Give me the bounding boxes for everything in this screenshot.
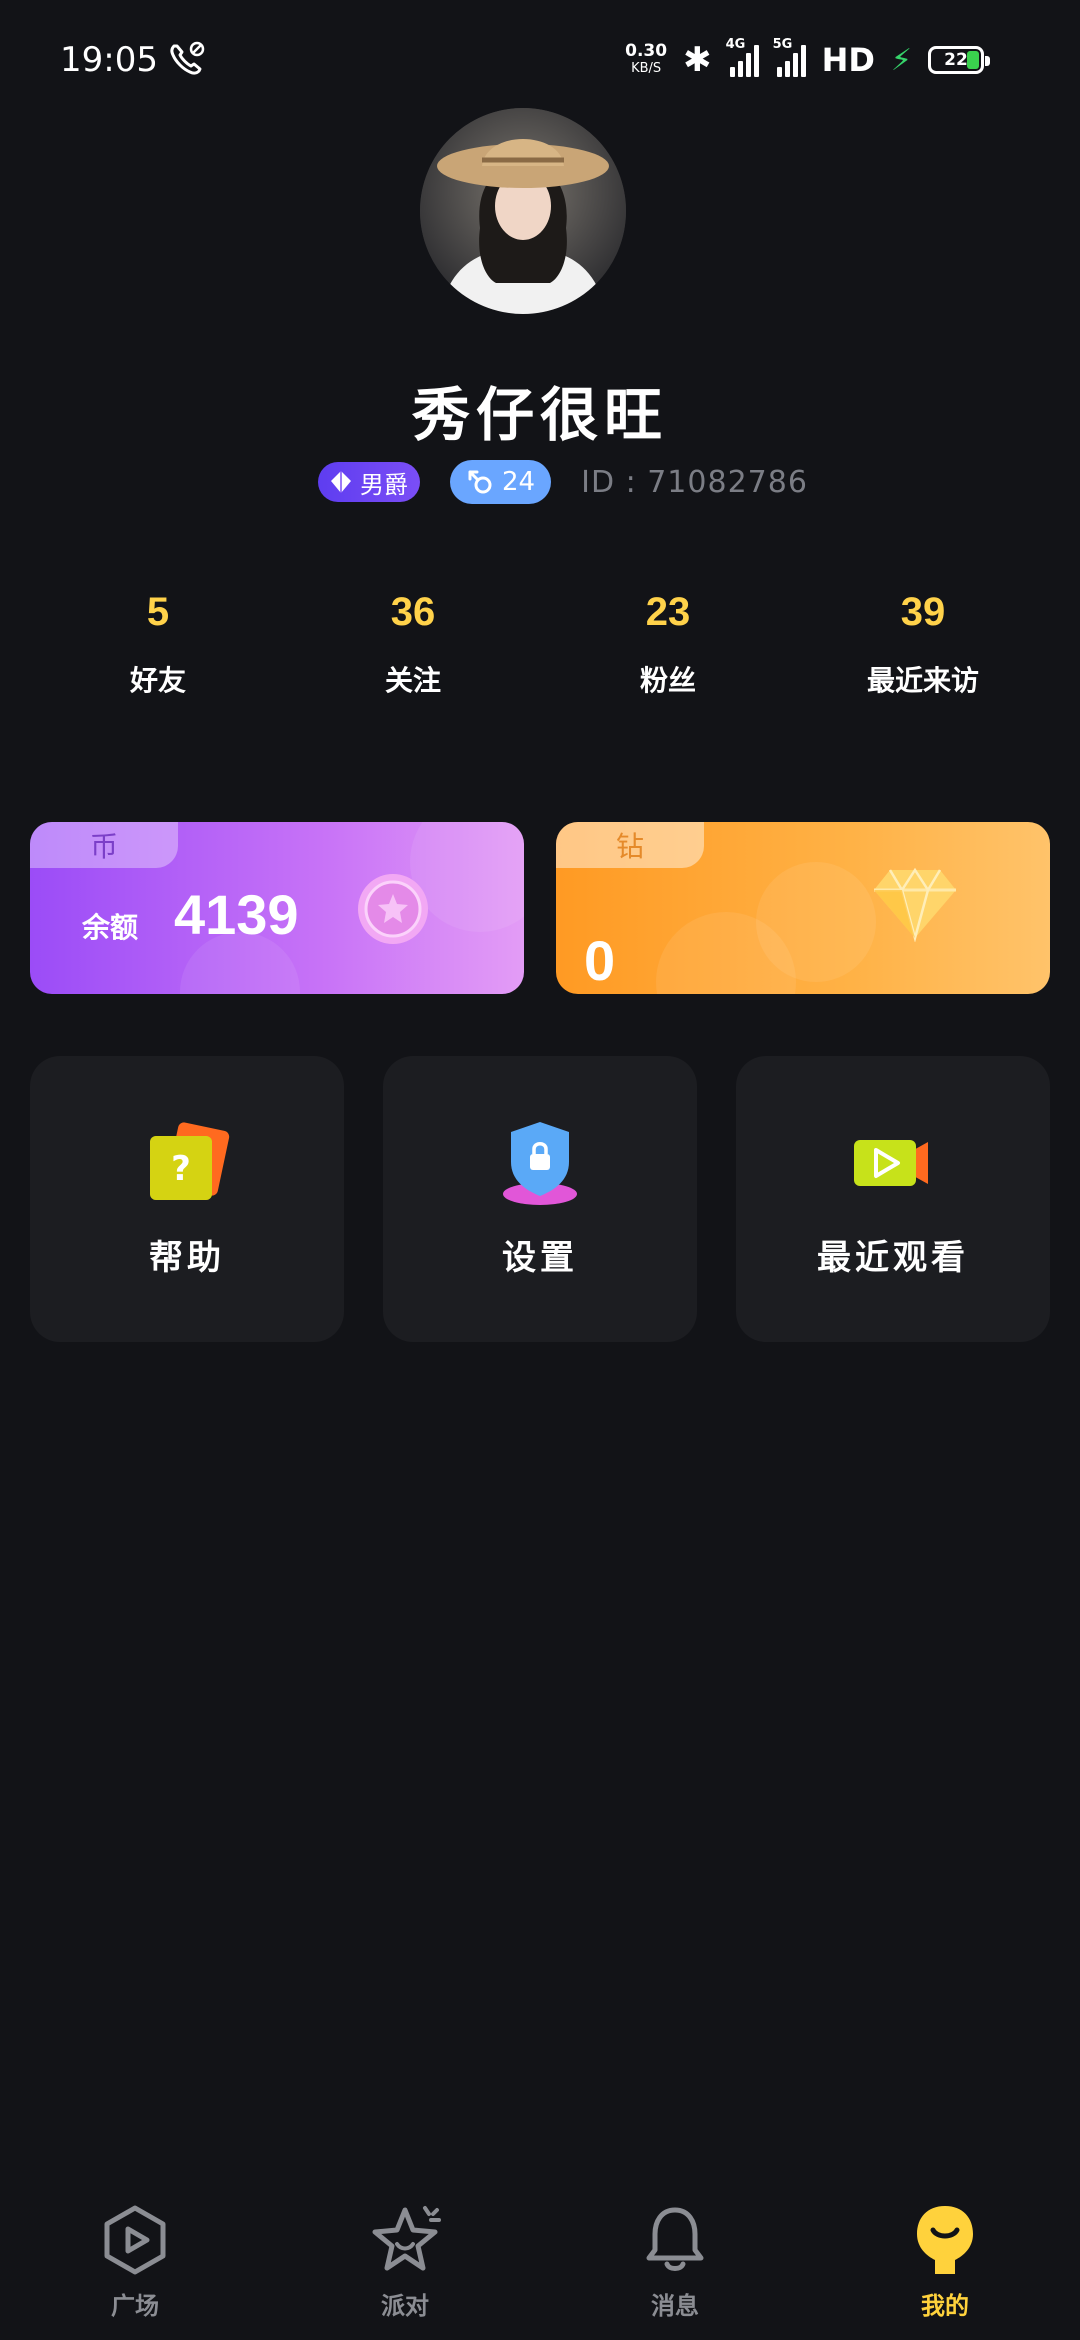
tile-label: 设置 <box>502 1238 578 1278</box>
tab-label: 消息 <box>651 2291 699 2320</box>
svg-text:?: ? <box>171 1149 191 1189</box>
user-id[interactable]: ID : 71082786 <box>581 465 808 500</box>
status-icons: 0.30 KB/S ✱ 4G 5G HD ⚡ 22 <box>625 36 990 84</box>
avatar-photo <box>420 108 626 314</box>
stat-label: 最近来访 <box>866 664 979 697</box>
net-speed: 0.30 KB/S <box>625 43 667 77</box>
diamond-icon <box>874 867 956 942</box>
diamond-balance-card[interactable]: 钻 0 <box>556 822 1050 994</box>
male-icon <box>468 470 492 494</box>
stat-label: 关注 <box>384 664 441 697</box>
recently-watched-tile[interactable]: 最近观看 <box>736 1056 1050 1342</box>
settings-tile[interactable]: 设置 <box>383 1056 697 1342</box>
battery-icon: 22 <box>928 46 990 74</box>
age-label: 24 <box>502 467 536 497</box>
help-tile[interactable]: ? 帮助 <box>30 1056 344 1342</box>
tab-label: 广场 <box>111 2291 159 2320</box>
feature-tiles: ? 帮助 设置 最近观看 <box>30 1056 1050 1342</box>
star-icon <box>372 2206 441 2271</box>
diamond-amount: 0 <box>584 929 616 992</box>
sim1-label: 4G <box>725 37 746 52</box>
help-icon: ? <box>150 1122 230 1200</box>
stat-label: 好友 <box>129 664 186 697</box>
tab-square[interactable]: 广场 <box>65 2202 205 2321</box>
rank-badge[interactable]: 男爵 <box>318 462 420 502</box>
stat-recent-visitors[interactable]: 39 最近来访 <box>823 590 1023 699</box>
signal-sim1-icon: 4G <box>726 37 759 77</box>
stat-value: 39 <box>900 590 946 634</box>
settings-shield-icon <box>503 1122 577 1205</box>
profile-stats: 5 好友 36 关注 23 粉丝 39 最近来访 <box>0 590 1080 720</box>
signal-sim2-icon: 5G <box>773 37 806 77</box>
hd-label: HD <box>821 41 875 79</box>
tab-me[interactable]: 我的 <box>875 2202 1015 2321</box>
tile-label: 最近观看 <box>817 1238 969 1278</box>
sim2-label: 5G <box>772 37 793 52</box>
status-time: 19:05 <box>60 40 158 80</box>
bottom-tab-bar: 广场 派对 消息 我的 <box>0 2180 1080 2340</box>
profile-badges: 男爵 24 ID : 71082786 <box>318 460 808 504</box>
play-hexagon-icon <box>104 2205 166 2275</box>
rank-label: 男爵 <box>360 470 408 499</box>
rank-diamond-icon <box>331 471 351 493</box>
tab-party[interactable]: 派对 <box>335 2202 475 2321</box>
tab-messages[interactable]: 消息 <box>605 2202 745 2321</box>
net-speed-value: 0.30 <box>625 41 668 61</box>
status-bar: 19:05 0.30 KB/S ✱ 4G 5G HD ⚡ 22 <box>0 0 1080 120</box>
stat-value: 23 <box>645 590 691 634</box>
coin-amount: 4139 <box>174 883 299 946</box>
stat-value: 5 <box>146 590 170 634</box>
stat-fans[interactable]: 23 粉丝 <box>568 590 768 699</box>
stat-label: 粉丝 <box>639 664 696 697</box>
call-muted-icon <box>170 41 205 75</box>
bluetooth-icon: ✱ <box>683 40 712 80</box>
gender-age-badge: 24 <box>450 460 552 504</box>
tab-label: 派对 <box>381 2291 429 2320</box>
balance-label: 余额 <box>82 911 139 944</box>
avatar[interactable] <box>420 108 626 314</box>
net-speed-unit: KB/S <box>631 61 662 76</box>
page-title: 秀仔很旺 <box>411 381 668 449</box>
stat-value: 36 <box>390 590 436 634</box>
mascot-icon <box>917 2206 973 2274</box>
bell-icon <box>646 2207 704 2271</box>
stat-following[interactable]: 36 关注 <box>313 590 513 699</box>
coin-tag: 币 <box>30 822 178 868</box>
battery-level: 22 <box>944 50 968 70</box>
video-camera-icon <box>854 1140 928 1186</box>
tile-label: 帮助 <box>149 1238 225 1278</box>
stat-friends[interactable]: 5 好友 <box>58 590 258 699</box>
coin-icon <box>358 874 428 944</box>
diamond-tag: 钻 <box>556 822 704 868</box>
tab-label: 我的 <box>921 2291 969 2320</box>
charging-icon: ⚡ <box>890 42 912 78</box>
coin-balance-card[interactable]: 币 余额 4139 <box>30 822 524 994</box>
